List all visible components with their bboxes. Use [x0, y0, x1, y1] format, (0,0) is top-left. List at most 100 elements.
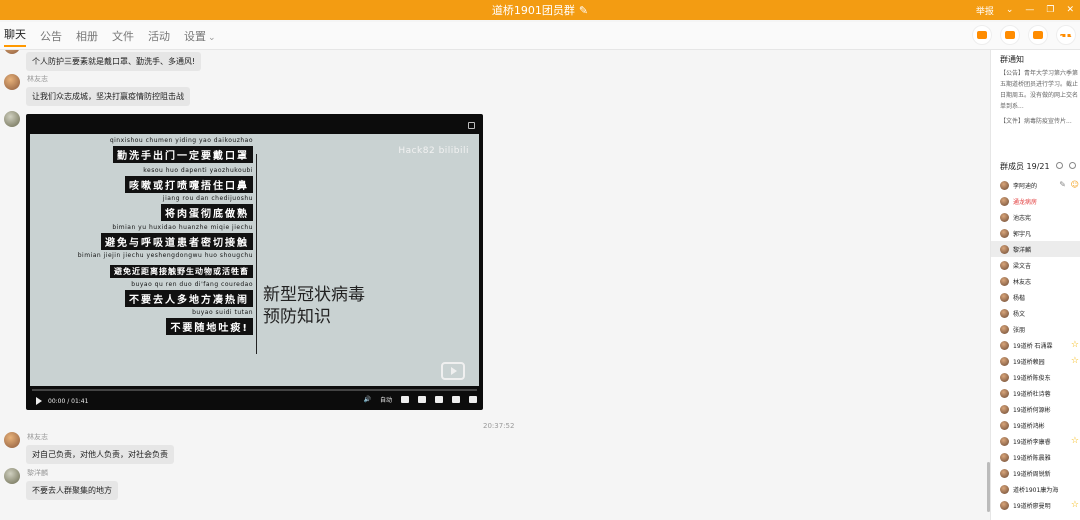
message-bubble[interactable]: 不要去人群聚集的地方: [26, 481, 118, 500]
phone-icon: [977, 31, 987, 39]
group-notice-file[interactable]: 【文件】病毒防疫宣传片...: [1000, 116, 1080, 125]
avatar[interactable]: [4, 111, 20, 127]
slogan-pinyin: buyao suidi tutan: [192, 309, 253, 316]
member-item[interactable]: 道桥1901康为海: [991, 481, 1080, 497]
more-icon: [1060, 33, 1072, 37]
video-screen[interactable]: Hack82 bilibili qinxishou chumen yiding …: [30, 134, 479, 386]
play-icon[interactable]: [36, 397, 42, 405]
member-avatar: [1000, 356, 1009, 366]
member-item[interactable]: 19道桥何源彬: [991, 401, 1080, 417]
title-bar: 道桥1901团员群 ✎ 举报 ⌄ — ❐ ✕: [0, 0, 1080, 20]
expand-icon[interactable]: [468, 122, 475, 129]
group-notice-text[interactable]: 【公告】青年大学习第六季第五期道桥团员进行学习。截止日期周五。没有做的网上交名单…: [1000, 68, 1078, 112]
member-item[interactable]: 李阿迪的 ✎ ☺: [991, 177, 1080, 193]
sender-name: 林友志: [27, 75, 48, 83]
slogan: bimian jiejin jiechu yeshengdongwu huo s…: [78, 252, 253, 278]
chevron-down-icon[interactable]: ⌄: [1006, 5, 1014, 15]
sender-name: 林友志: [27, 433, 48, 441]
slogan-pinyin: bimian yu huxidao huanzhe miqie jiechu: [112, 224, 253, 231]
member-item[interactable]: 张朋: [991, 321, 1080, 337]
pip-icon[interactable]: [452, 396, 460, 403]
video-watermark: Hack82 bilibili: [398, 146, 469, 156]
members-title: 群成员 19/21: [1000, 162, 1050, 171]
member-item[interactable]: 梁文吉: [991, 257, 1080, 273]
member-item[interactable]: 19道桥陈晨雅: [991, 449, 1080, 465]
member-item[interactable]: 19道桥赖园 ☆: [991, 353, 1080, 369]
message-bubble[interactable]: 个人防护三要素就是戴口罩、勤洗手、多通风!: [26, 52, 202, 71]
avatar[interactable]: [4, 468, 20, 484]
video-title-line1: 新型冠状病毒: [263, 285, 365, 305]
member-avatar: [1000, 484, 1009, 494]
tab-settings-label: 设置: [184, 30, 206, 43]
owner-icon: ☺: [1070, 180, 1079, 189]
video-controls: 00:00 / 01:41 🔊 自动: [26, 386, 483, 410]
minimize-button[interactable]: —: [1025, 5, 1034, 15]
tab-files[interactable]: 文件: [112, 28, 134, 44]
member-item[interactable]: 19道桥鸿彬: [991, 417, 1080, 433]
member-item[interactable]: 19道桥杜诗蓉: [991, 385, 1080, 401]
search-icon[interactable]: [1069, 162, 1076, 169]
chat-area[interactable]: 个人防护三要素就是戴口罩、勤洗手、多通风! 林友志 让我们众志成城，坚决打赢疫情…: [0, 50, 990, 520]
video-message[interactable]: Hack82 bilibili qinxishou chumen yiding …: [26, 114, 483, 410]
video-title-line2: 预防知识: [263, 307, 331, 327]
member-item[interactable]: 19道桥 石涌霖 ☆: [991, 337, 1080, 353]
tab-activity[interactable]: 活动: [148, 28, 170, 44]
member-item[interactable]: 郭宇凡: [991, 225, 1080, 241]
message-bubble[interactable]: 对自己负责，对他人负责，对社会负责: [26, 445, 174, 464]
message-bubble[interactable]: 让我们众志成城，坚决打赢疫情防控阻击战: [26, 87, 190, 106]
add-member-icon[interactable]: [1056, 162, 1063, 169]
avatar[interactable]: [4, 432, 20, 448]
slogan-pinyin: kesou huo dapenti yaozhukoubi: [143, 167, 253, 174]
member-item[interactable]: 通龙病房: [991, 193, 1080, 209]
video-progress-bar[interactable]: [32, 389, 477, 391]
bilibili-tv-icon: [441, 362, 465, 380]
volume-icon[interactable]: 🔊: [364, 396, 371, 403]
avatar[interactable]: [4, 50, 20, 54]
restore-button[interactable]: ❐: [1046, 5, 1054, 15]
member-avatar: [1000, 452, 1009, 462]
share-button[interactable]: [1028, 25, 1048, 45]
group-sidebar: 群通知 【公告】青年大学习第六季第五期道桥团员进行学习。截止日期周五。没有做的网…: [990, 50, 1080, 520]
fullscreen-icon[interactable]: [469, 396, 477, 403]
member-name: 道桥1901康为海: [1013, 486, 1059, 494]
report-button[interactable]: 举报: [976, 4, 994, 17]
member-name: 19道桥鸿彬: [1013, 422, 1045, 430]
member-name: 张朋: [1013, 326, 1026, 334]
tab-chat[interactable]: 聊天: [4, 26, 26, 47]
member-item[interactable]: 林友志: [991, 273, 1080, 289]
member-item[interactable]: 19道桥陈俊东: [991, 369, 1080, 385]
window-title-text: 道桥1901团员群: [491, 4, 575, 17]
tab-bar: 聊天 公告 相册 文件 活动 设置 ⌄: [0, 22, 1080, 50]
member-avatar: [1000, 308, 1009, 318]
tab-settings[interactable]: 设置 ⌄: [184, 28, 216, 44]
phone-call-button[interactable]: [972, 25, 992, 45]
settings-icon[interactable]: [401, 396, 409, 403]
member-name: 19道桥陈俊东: [1013, 374, 1051, 382]
member-item[interactable]: 19道桥廖曼明 ☆: [991, 497, 1080, 513]
members-actions: [1056, 162, 1076, 169]
edit-icon[interactable]: ✎: [1059, 180, 1066, 189]
tab-announcement[interactable]: 公告: [40, 28, 62, 44]
member-item[interactable]: 池志宪: [991, 209, 1080, 225]
member-item[interactable]: 19道桥周锐新: [991, 465, 1080, 481]
danmaku-icon[interactable]: [418, 396, 426, 403]
member-name: 19道桥 石涌霖: [1013, 342, 1053, 350]
quality-auto-button[interactable]: 自动: [380, 395, 392, 404]
member-name: 19道桥廖曼明: [1013, 502, 1051, 510]
slogan: buyao suidi tutan 不要随地吐痰!: [166, 309, 253, 335]
video-call-button[interactable]: [1000, 25, 1020, 45]
member-name: 19道桥杜诗蓉: [1013, 390, 1051, 398]
avatar[interactable]: [4, 74, 20, 90]
member-name: 黎洋麟: [1013, 246, 1032, 254]
tab-album[interactable]: 相册: [76, 28, 98, 44]
member-item[interactable]: 19道桥李康睿 ☆: [991, 433, 1080, 449]
widescreen-icon[interactable]: [435, 396, 443, 403]
more-button[interactable]: [1056, 25, 1076, 45]
close-button[interactable]: ✕: [1066, 5, 1074, 15]
member-name: 19道桥李康睿: [1013, 438, 1051, 446]
member-item[interactable]: 黎洋麟: [991, 241, 1080, 257]
member-avatar: [1000, 324, 1009, 334]
member-item[interactable]: 杨楷: [991, 289, 1080, 305]
edit-icon[interactable]: ✎: [579, 4, 588, 17]
member-item[interactable]: 杨文: [991, 305, 1080, 321]
